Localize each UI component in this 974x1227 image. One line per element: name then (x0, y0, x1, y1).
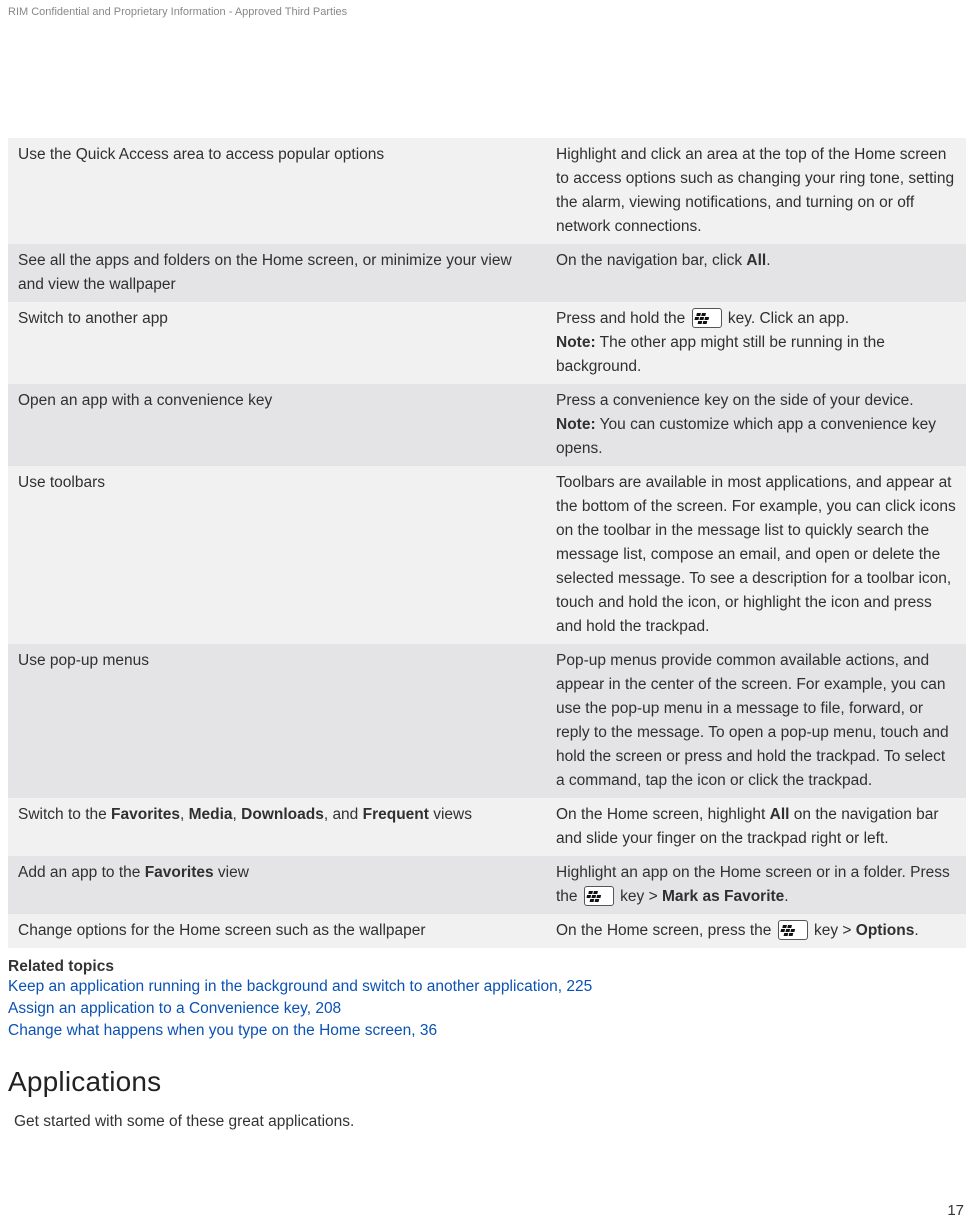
table-cell-description: Press and hold the key. Click an app.Not… (546, 302, 966, 384)
table-cell-task: See all the apps and folders on the Home… (8, 244, 546, 302)
blackberry-key-icon (778, 920, 808, 940)
table-cell-task: Use pop-up menus (8, 644, 546, 798)
table-row: Add an app to the Favorites viewHighligh… (8, 856, 966, 914)
related-topics-heading: Related topics (8, 958, 966, 976)
related-topic-link[interactable]: Assign an application to a Convenience k… (8, 998, 966, 1020)
table-row: Use toolbarsToolbars are available in mo… (8, 466, 966, 644)
table-cell-task: Use toolbars (8, 466, 546, 644)
table-cell-task: Use the Quick Access area to access popu… (8, 138, 546, 244)
table-row: Use the Quick Access area to access popu… (8, 138, 966, 244)
table-cell-description: On the Home screen, press the key > Opti… (546, 914, 966, 948)
table-cell-description: Highlight and click an area at the top o… (546, 138, 966, 244)
table-row: Switch to another appPress and hold the … (8, 302, 966, 384)
table-cell-task: Change options for the Home screen such … (8, 914, 546, 948)
table-cell-task: Switch to the Favorites, Media, Download… (8, 798, 546, 856)
table-row: Use pop-up menusPop-up menus provide com… (8, 644, 966, 798)
table-row: Open an app with a convenience keyPress … (8, 384, 966, 466)
help-table: Use the Quick Access area to access popu… (8, 138, 966, 948)
related-topic-link[interactable]: Change what happens when you type on the… (8, 1020, 966, 1042)
table-cell-description: Highlight an app on the Home screen or i… (546, 856, 966, 914)
table-cell-task: Open an app with a convenience key (8, 384, 546, 466)
table-row: Switch to the Favorites, Media, Download… (8, 798, 966, 856)
table-cell-description: On the Home screen, highlight All on the… (546, 798, 966, 856)
page-number: 17 (947, 1202, 964, 1219)
related-topic-link[interactable]: Keep an application running in the backg… (8, 976, 966, 998)
table-cell-description: Toolbars are available in most applicati… (546, 466, 966, 644)
blackberry-key-icon (584, 886, 614, 906)
section-body: Get started with some of these great app… (14, 1110, 966, 1133)
table-row: Change options for the Home screen such … (8, 914, 966, 948)
table-cell-task: Switch to another app (8, 302, 546, 384)
table-cell-description: On the navigation bar, click All. (546, 244, 966, 302)
confidential-header: RIM Confidential and Proprietary Informa… (8, 6, 966, 18)
table-row: See all the apps and folders on the Home… (8, 244, 966, 302)
table-cell-description: Pop-up menus provide common available ac… (546, 644, 966, 798)
table-cell-task: Add an app to the Favorites view (8, 856, 546, 914)
blackberry-key-icon (692, 308, 722, 328)
table-cell-description: Press a convenience key on the side of y… (546, 384, 966, 466)
section-heading-applications: Applications (8, 1066, 966, 1098)
